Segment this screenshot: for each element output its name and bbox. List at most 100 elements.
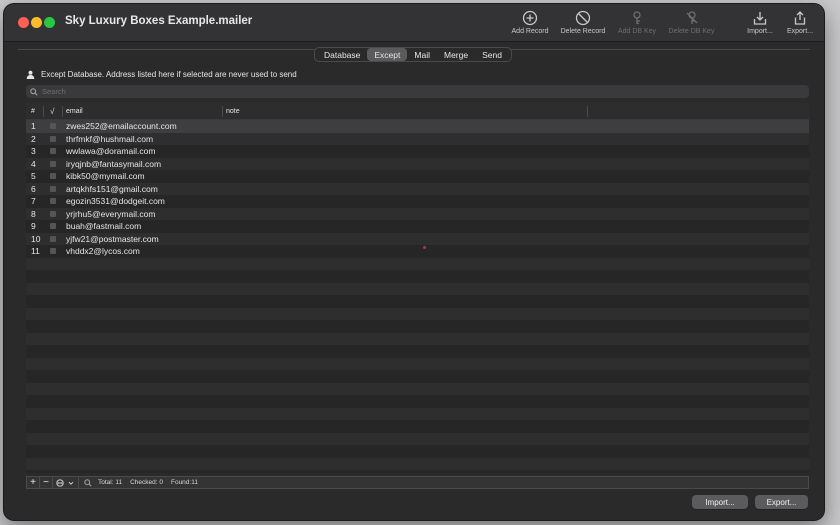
table-row[interactable]: 4 iryqjnb@fantasymail.com (26, 157, 809, 170)
row-number: 10 (31, 233, 41, 244)
table-body: 1 zwes252@emailaccount.com 2 thrfmkf@hushma… (26, 120, 809, 470)
filter-search-icon[interactable] (84, 478, 92, 487)
column-separator (62, 106, 63, 117)
except-table: # √ email note 1 zwes252@emailaccount.com… (26, 103, 809, 473)
toolbar-import-label: Import... (747, 28, 773, 35)
empty-row[interactable] (26, 282, 809, 295)
empty-row[interactable] (26, 457, 809, 470)
empty-row[interactable] (26, 257, 809, 270)
row-email: yjfw21@postmaster.com (66, 233, 159, 244)
maximize-window-button[interactable] (44, 17, 55, 28)
export-button[interactable]: Export... (755, 495, 808, 509)
delete-record-button[interactable]: Delete Record (557, 10, 609, 42)
add-record-button[interactable]: Add Record (509, 10, 551, 42)
tab-except[interactable]: Except (367, 48, 408, 61)
empty-row[interactable] (26, 395, 809, 408)
except-description-text: Except Database. Address listed here if … (41, 70, 297, 79)
table-row[interactable]: 7 egozin3531@dodgeit.com (26, 195, 809, 208)
row-checkbox[interactable] (50, 235, 56, 242)
actions-menu-button[interactable] (53, 477, 79, 488)
key-delete-icon (686, 11, 697, 24)
table-row[interactable]: 11 vhddx2@lycos.com (26, 245, 809, 258)
empty-row[interactable] (26, 432, 809, 445)
delete-db-key-button[interactable]: Delete DB Key (664, 10, 719, 42)
plus-circle-icon (522, 10, 538, 26)
column-header-number[interactable]: # (31, 108, 35, 115)
import-button[interactable]: Import... (692, 495, 748, 509)
search-input[interactable] (42, 87, 782, 96)
tab-merge[interactable]: Merge (437, 48, 475, 61)
empty-row[interactable] (26, 370, 809, 383)
column-header-email[interactable]: email (66, 108, 83, 115)
tab-mail[interactable]: Mail (407, 48, 437, 61)
empty-row[interactable] (26, 407, 809, 420)
checked-count: Checked: 0 (130, 479, 163, 486)
empty-row[interactable] (26, 320, 809, 333)
toolbar-import-button[interactable]: Import... (742, 10, 778, 42)
add-row-button[interactable]: + (27, 477, 40, 488)
table-row[interactable]: 3 wwlawa@doramail.com (26, 145, 809, 158)
empty-row[interactable] (26, 357, 809, 370)
minimize-window-button[interactable] (31, 17, 42, 28)
row-email: buah@fastmail.com (66, 221, 142, 231)
row-email: iryqjnb@fantasymail.com (66, 158, 162, 169)
empty-row[interactable] (26, 345, 809, 358)
row-checkbox[interactable] (50, 223, 56, 229)
column-separator (222, 106, 223, 117)
delete-record-label: Delete Record (560, 28, 606, 35)
empty-row[interactable] (26, 420, 809, 433)
table-row[interactable]: 5 kibk50@mymail.com (26, 170, 809, 183)
row-checkbox[interactable] (50, 185, 56, 192)
remove-row-button[interactable]: − (40, 477, 53, 488)
column-header-check[interactable]: √ (50, 107, 54, 116)
key-add-icon (633, 11, 641, 25)
row-email: vhddx2@lycos.com (66, 246, 140, 256)
row-checkbox[interactable] (50, 123, 56, 129)
table-row[interactable]: 8 yrjrhu5@everymail.com (26, 207, 809, 220)
table-row[interactable]: 10 yjfw21@postmaster.com (26, 232, 809, 245)
empty-row[interactable] (26, 307, 809, 320)
table-bottom-bar: + − Total: 11 Checked: 0 Found:11 (26, 476, 809, 489)
main-content: Database Except Mail Merge Send Except D… (18, 47, 810, 514)
tab-database[interactable]: Database (317, 48, 367, 61)
column-header-note[interactable]: note (226, 108, 240, 115)
tab-send[interactable]: Send (475, 48, 509, 61)
add-record-label: Add Record (511, 28, 549, 35)
row-email: thrfmkf@hushmail.com (66, 133, 154, 144)
row-email: egozin3531@dodgeit.com (66, 196, 165, 206)
app-window: Sky Luxury Boxes Example.mailer Add Reco… (4, 4, 824, 520)
table-row[interactable]: 2 thrfmkf@hushmail.com (26, 132, 809, 145)
import-tray-icon (753, 12, 767, 25)
row-number: 3 (31, 146, 36, 156)
empty-row[interactable] (26, 332, 809, 345)
except-description: Except Database. Address listed here if … (26, 70, 297, 79)
chevron-down-icon (68, 481, 74, 485)
empty-row[interactable] (26, 382, 809, 395)
row-email: yrjrhu5@everymail.com (66, 208, 156, 219)
table-header: # √ email note (26, 103, 809, 120)
search-field[interactable] (26, 85, 809, 98)
row-checkbox[interactable] (50, 135, 56, 142)
empty-row[interactable] (26, 295, 809, 308)
red-marker-dot (423, 246, 426, 249)
row-checkbox[interactable] (50, 173, 56, 179)
row-number: 6 (31, 183, 36, 194)
row-email: wwlawa@doramail.com (66, 146, 156, 156)
table-row[interactable]: 6 artqkhfs151@gmail.com (26, 182, 809, 195)
row-number: 1 (31, 121, 36, 131)
close-window-button[interactable] (18, 17, 29, 28)
table-row[interactable]: 1 zwes252@emailaccount.com (26, 120, 809, 133)
table-row[interactable]: 9 buah@fastmail.com (26, 220, 809, 233)
row-checkbox[interactable] (50, 210, 56, 217)
row-checkbox[interactable] (50, 160, 56, 167)
empty-row[interactable] (26, 270, 809, 283)
add-db-key-button[interactable]: Add DB Key (615, 10, 659, 42)
row-checkbox[interactable] (50, 248, 56, 254)
row-number: 9 (31, 221, 36, 231)
total-count: Total: 11 (98, 479, 123, 486)
row-email: zwes252@emailaccount.com (66, 121, 177, 131)
row-checkbox[interactable] (50, 198, 56, 204)
empty-row[interactable] (26, 445, 809, 458)
toolbar-export-button[interactable]: Export... (782, 10, 818, 42)
row-checkbox[interactable] (50, 148, 56, 154)
